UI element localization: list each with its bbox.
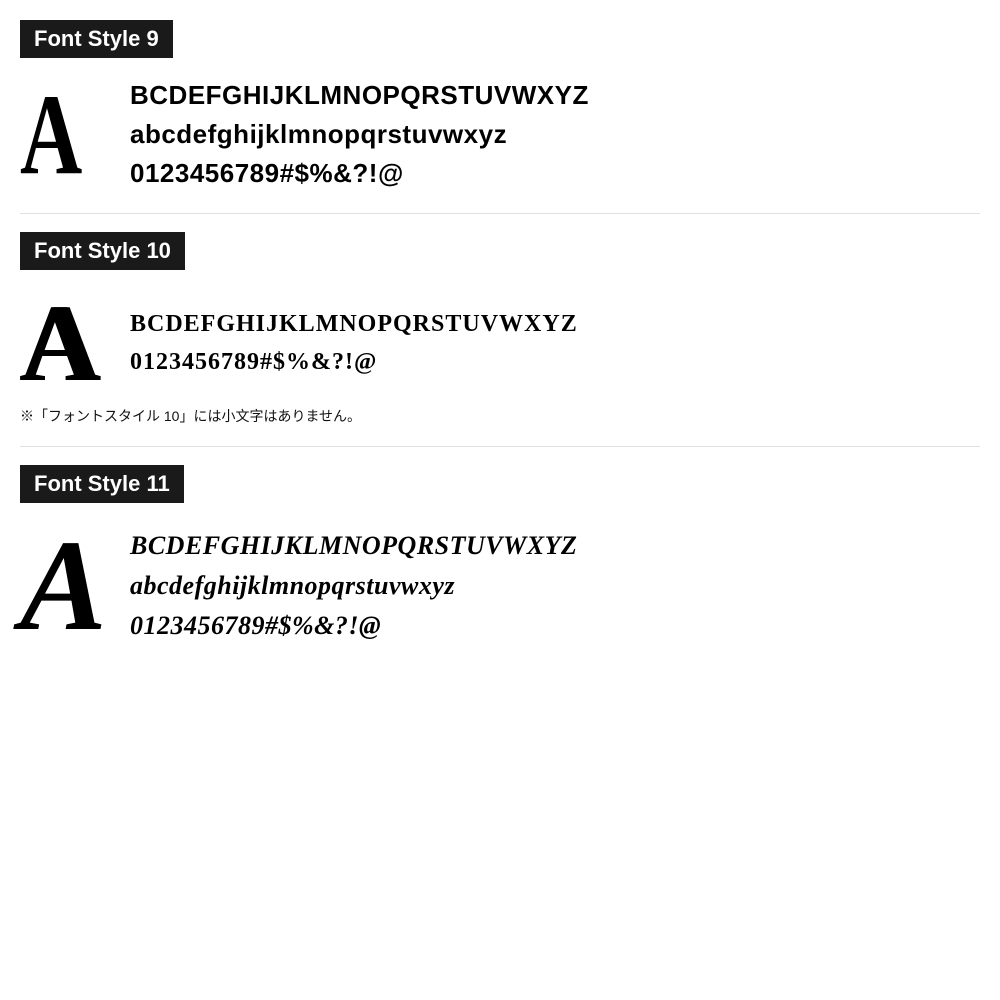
font-style-11-big-letter: A (20, 521, 110, 651)
font-style-9-line-1: BCDEFGHIJKLMNOPQRSTUVWXYZ (130, 76, 589, 115)
font-style-9-line-3: 0123456789#$%&?!@ (130, 154, 589, 193)
font-style-9-demo: A BCDEFGHIJKLMNOPQRSTUVWXYZ abcdefghijkl… (20, 76, 980, 193)
font-style-10-section: Font Style 10 A BCDEFGHIJKLMNOPQRSTUVWXY… (20, 232, 980, 426)
font-style-10-line-2: 0123456789#$%&?!@ (130, 343, 578, 381)
font-style-9-chars: BCDEFGHIJKLMNOPQRSTUVWXYZ abcdefghijklmn… (130, 76, 589, 193)
font-style-10-demo: A BCDEFGHIJKLMNOPQRSTUVWXYZ 0123456789#$… (20, 288, 980, 398)
font-style-9-big-letter: A (20, 77, 88, 192)
font-style-11-line-2: abcdefghijklmnopqrstuvwxyz (130, 566, 577, 606)
divider-1 (20, 213, 980, 214)
font-style-11-chars: BCDEFGHIJKLMNOPQRSTUVWXYZ abcdefghijklmn… (130, 526, 577, 647)
font-style-10-label: Font Style 10 (20, 232, 185, 270)
page: Font Style 9 A BCDEFGHIJKLMNOPQRSTUVWXYZ… (0, 0, 1000, 1000)
font-style-11-line-1: BCDEFGHIJKLMNOPQRSTUVWXYZ (130, 526, 577, 566)
font-style-11-demo: A BCDEFGHIJKLMNOPQRSTUVWXYZ abcdefghijkl… (20, 521, 980, 651)
font-style-10-chars: BCDEFGHIJKLMNOPQRSTUVWXYZ 0123456789#$%&… (130, 305, 578, 382)
font-style-9-line-2: abcdefghijklmnopqrstuvwxyz (130, 115, 589, 154)
font-style-10-note: ※「フォントスタイル 10」には小文字はありません。 (20, 406, 980, 426)
font-style-11-label: Font Style 11 (20, 465, 184, 503)
font-style-11-section: Font Style 11 A BCDEFGHIJKLMNOPQRSTUVWXY… (20, 465, 980, 651)
font-style-9-label: Font Style 9 (20, 20, 173, 58)
font-style-11-line-3: 0123456789#$%&?!@ (130, 606, 577, 646)
divider-2 (20, 446, 980, 447)
font-style-9-section: Font Style 9 A BCDEFGHIJKLMNOPQRSTUVWXYZ… (20, 20, 980, 193)
font-style-10-big-letter: A (20, 288, 110, 398)
font-style-10-line-1: BCDEFGHIJKLMNOPQRSTUVWXYZ (130, 305, 578, 343)
